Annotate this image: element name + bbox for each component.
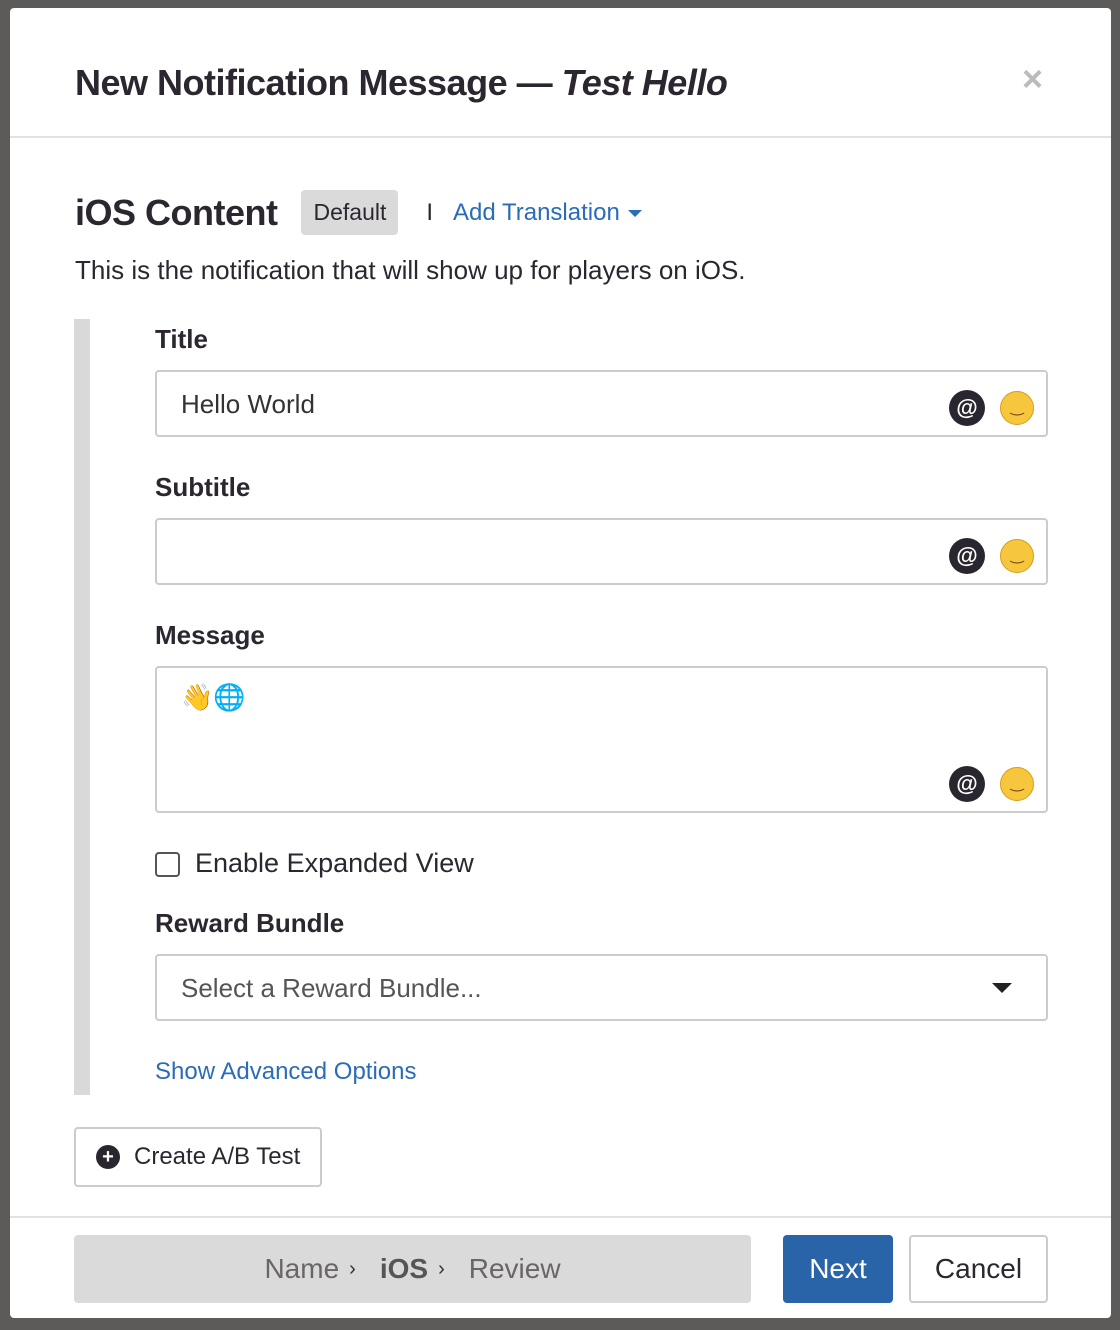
modal-title: New Notification Message — Test Hello: [75, 62, 728, 104]
message-textarea[interactable]: 👋🌐 @ ‿: [155, 666, 1048, 813]
emoji-picker-icon[interactable]: ‿: [1000, 539, 1034, 573]
title-input[interactable]: Hello World @ ‿: [155, 370, 1048, 437]
at-mention-icon[interactable]: @: [949, 538, 985, 574]
title-value: Hello World: [181, 389, 315, 419]
subtitle-label: Subtitle: [155, 472, 251, 502]
notification-modal: New Notification Message — Test Hello × …: [10, 8, 1111, 1318]
create-ab-test-label: Create A/B Test: [134, 1143, 301, 1170]
cancel-button[interactable]: Cancel: [909, 1235, 1048, 1303]
create-ab-test-button[interactable]: + Create A/B Test: [74, 1127, 322, 1187]
modal-footer-divider: [10, 1216, 1111, 1218]
next-button[interactable]: Next: [783, 1235, 893, 1303]
title-label: Title: [155, 324, 208, 354]
reward-bundle-placeholder: Select a Reward Bundle...: [181, 973, 482, 1003]
title-text: New Notification Message: [75, 62, 508, 103]
message-label: Message: [155, 620, 265, 650]
step-ios: iOS: [379, 1253, 429, 1284]
add-translation-dropdown[interactable]: Add Translation: [453, 199, 642, 227]
expanded-view-label[interactable]: Enable Expanded View: [195, 848, 474, 879]
section-description: This is the notification that will show …: [75, 255, 746, 285]
message-name: Test Hello: [561, 62, 728, 103]
expanded-view-checkbox[interactable]: [155, 852, 180, 877]
step-review: Review: [468, 1253, 561, 1284]
separator: I: [426, 198, 434, 226]
step-name: Name: [264, 1253, 340, 1284]
title-dash: —: [507, 62, 562, 103]
chevron-right-icon: ›: [349, 1257, 356, 1280]
content-indicator-bar: [74, 319, 90, 1095]
default-badge: Default: [301, 190, 399, 235]
emoji-picker-icon[interactable]: ‿: [1000, 767, 1034, 801]
dropdown-arrow-icon: [992, 983, 1012, 993]
subtitle-input[interactable]: @ ‿: [155, 518, 1048, 585]
reward-bundle-label: Reward Bundle: [155, 908, 345, 938]
at-mention-icon[interactable]: @: [949, 766, 985, 802]
section-heading: iOS Content: [75, 191, 278, 233]
close-icon[interactable]: ×: [1022, 58, 1043, 100]
add-translation-label: Add Translation: [453, 198, 620, 226]
modal-header: New Notification Message — Test Hello ×: [10, 8, 1111, 138]
wizard-steps: Name › iOS › Review: [74, 1235, 751, 1303]
plus-circle-icon: +: [96, 1145, 120, 1169]
section-header: iOS Content Default I Add Translation: [75, 190, 642, 235]
message-value: 👋🌐: [181, 682, 246, 712]
at-mention-icon[interactable]: @: [949, 390, 985, 426]
chevron-right-icon: ›: [438, 1257, 445, 1280]
caret-down-icon: [627, 209, 642, 217]
emoji-picker-icon[interactable]: ‿: [1000, 391, 1034, 425]
show-advanced-options-link[interactable]: Show Advanced Options: [155, 1058, 417, 1086]
reward-bundle-select[interactable]: Select a Reward Bundle...: [155, 954, 1048, 1021]
